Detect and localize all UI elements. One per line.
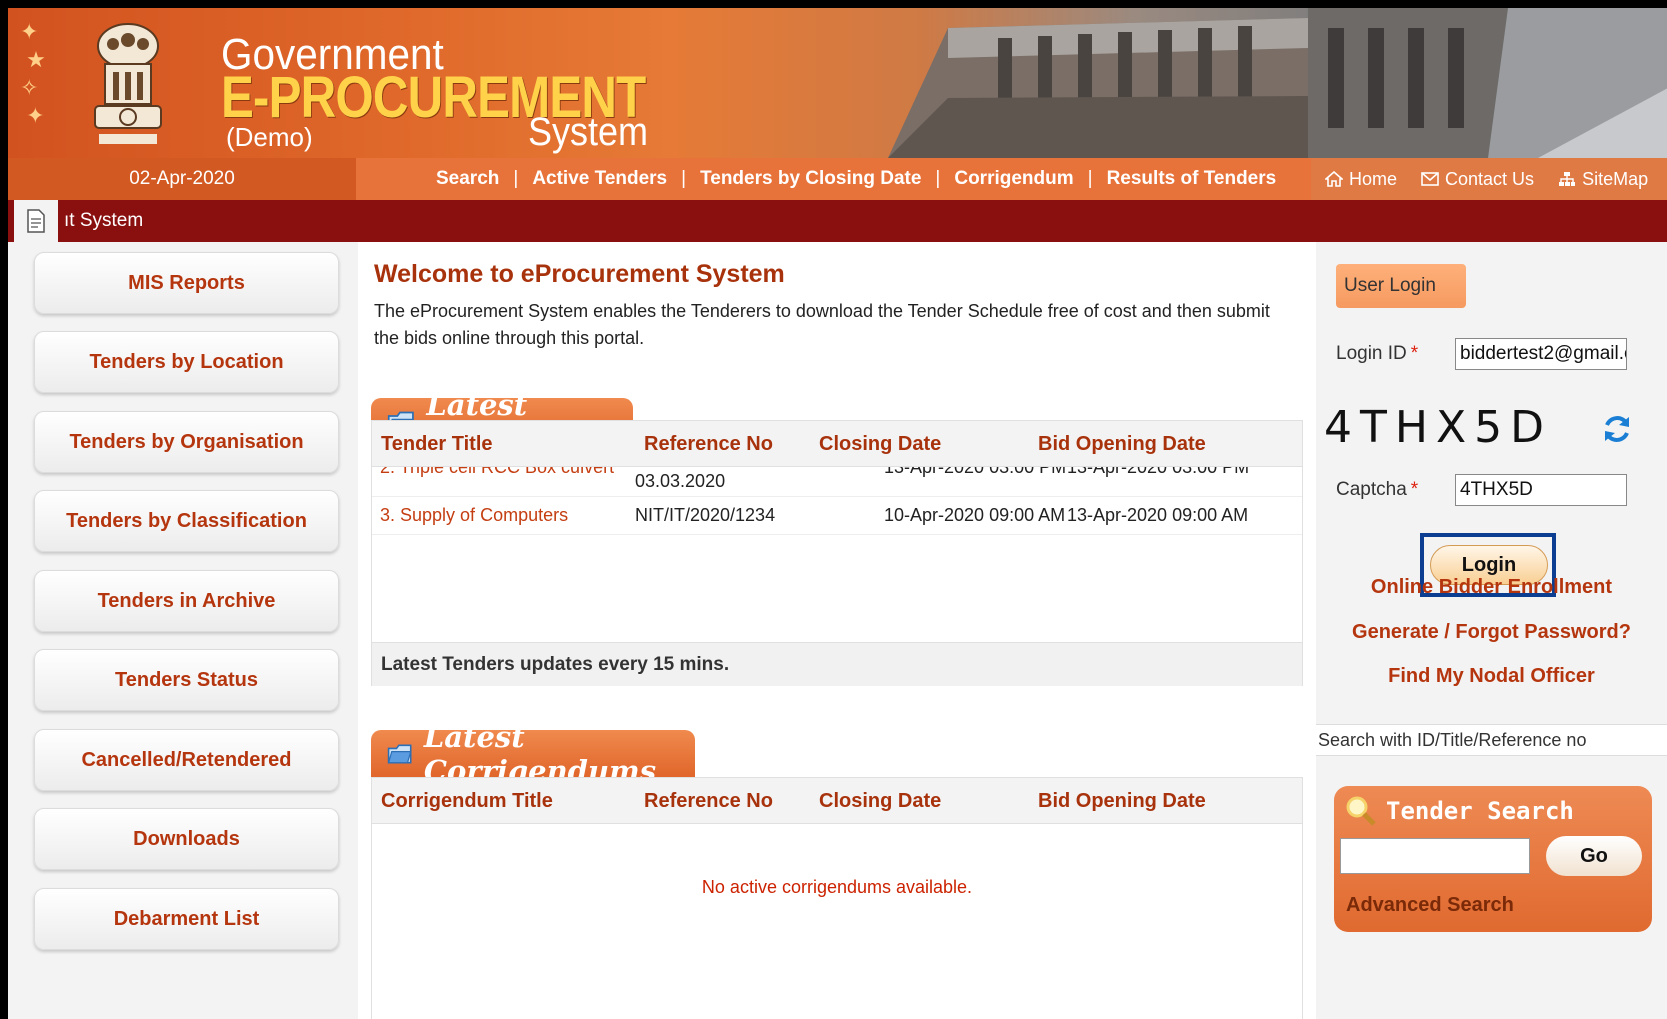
- nav-home-link[interactable]: Home: [1325, 169, 1397, 190]
- left-sidebar: MIS Reports Tenders by Location Tenders …: [8, 242, 358, 1019]
- tender-search-title: Tender Search: [1386, 797, 1574, 825]
- refresh-captcha-icon[interactable]: [1600, 412, 1634, 446]
- tender-closing: 13-Apr-2020 03:00 PM: [884, 467, 1067, 477]
- tender-opening: 13-Apr-2020 03:00 PM: [1067, 467, 1250, 477]
- latest-tenders-table: Tender Title Reference No Closing Date B…: [371, 420, 1303, 686]
- advanced-search-link[interactable]: Advanced Search: [1346, 894, 1514, 917]
- welcome-title: Welcome to eProcurement System: [374, 260, 785, 288]
- tender-opening: 13-Apr-2020 09:00 AM: [1067, 505, 1249, 525]
- header-banner: ✦ ★ ✧ ✦ Government E-PROCUREMENT (Demo) S…: [8, 8, 1667, 158]
- national-emblem-icon: [94, 23, 162, 144]
- ticker-doc-box: [14, 200, 58, 242]
- ticker-text[interactable]: ıt System: [64, 200, 143, 242]
- nav-home-label: Home: [1349, 168, 1398, 189]
- captcha-label: Captcha *: [1336, 479, 1418, 501]
- nav-link-results-of-tenders[interactable]: Results of Tenders: [1107, 168, 1277, 190]
- menu-downloads[interactable]: Downloads: [34, 808, 339, 870]
- tender-ref: NIT/IT/2020/1234: [635, 505, 776, 525]
- tender-search-panel: Tender Search Go Advanced Search: [1334, 786, 1652, 932]
- nav-separator: |: [935, 168, 941, 189]
- nav-separator: |: [1087, 168, 1093, 189]
- nav-link-active-tenders[interactable]: Active Tenders: [532, 168, 667, 190]
- nav-link-tenders-by-closing-date[interactable]: Tenders by Closing Date: [700, 168, 921, 190]
- col-closing-date: Closing Date: [819, 433, 942, 455]
- menu-debarment-list[interactable]: Debarment List: [34, 888, 339, 950]
- main-content: Welcome to eProcurement System The eProc…: [358, 242, 1316, 1019]
- table-header: Tender Title Reference No Closing Date B…: [372, 421, 1302, 467]
- col-tender-title: Tender Title: [381, 433, 493, 455]
- search-hint: Search with ID/Title/Reference no: [1316, 724, 1667, 756]
- tender-closing: 10-Apr-2020 09:00 AM: [884, 505, 1066, 525]
- dam-bridge-image: [888, 8, 1667, 158]
- title-system: System: [528, 110, 649, 154]
- welcome-text: The eProcurement System enables the Tend…: [374, 301, 1270, 348]
- menu-cancelled-retendered[interactable]: Cancelled/Retendered: [34, 729, 339, 791]
- magnifier-icon: [1346, 796, 1376, 826]
- tender-search-go-button[interactable]: Go: [1546, 836, 1642, 876]
- main-nav-links: Search | Active Tenders | Tenders by Clo…: [436, 158, 1276, 200]
- menu-tenders-in-archive[interactable]: Tenders in Archive: [34, 570, 339, 632]
- required-mark: *: [1410, 343, 1419, 364]
- latest-corrigendums-tab: Latest Corrigendums: [371, 720, 695, 788]
- sitemap-icon: [1559, 172, 1576, 186]
- right-sidebar: User Login Login ID* biddertest2@gmail.c…: [1316, 242, 1667, 1019]
- nav-contact-link[interactable]: Contact Us: [1421, 169, 1534, 190]
- col-bid-opening-date: Bid Opening Date: [1038, 433, 1206, 455]
- forgot-password-link[interactable]: Generate / Forgot Password?: [1316, 621, 1667, 644]
- tender-ref: 03.03.2020: [635, 471, 726, 491]
- captcha-input[interactable]: 4THX5D: [1455, 474, 1627, 506]
- menu-tenders-status[interactable]: Tenders Status: [34, 649, 339, 711]
- col-bid-opening-date: Bid Opening Date: [1038, 790, 1206, 812]
- menu-tenders-by-classification[interactable]: Tenders by Classification: [34, 490, 339, 552]
- nav-contact-label: Contact Us: [1445, 168, 1535, 189]
- menu-tenders-by-organisation[interactable]: Tenders by Organisation: [34, 411, 339, 473]
- document-icon: [27, 209, 45, 233]
- tender-title-link[interactable]: 3. Supply of Computers: [380, 505, 568, 526]
- captcha-label-text: Captcha: [1336, 479, 1407, 500]
- latest-tenders-update-note: Latest Tenders updates every 15 mins.: [381, 654, 730, 675]
- table-row[interactable]: 2. Triple cell RCC Box culvert 03.03.202…: [372, 467, 1302, 497]
- nav-sitemap-link[interactable]: SiteMap: [1558, 169, 1648, 190]
- table-row[interactable]: 3. Supply of Computers NIT/IT/2020/1234 …: [372, 497, 1302, 535]
- user-login-tab: User Login: [1336, 264, 1466, 308]
- nav-separator: |: [513, 168, 519, 189]
- col-closing-date: Closing Date: [819, 790, 942, 812]
- news-ticker: ıt System: [8, 200, 1667, 242]
- top-nav-bar: 02-Apr-2020 Search | Active Tenders | Te…: [8, 158, 1667, 200]
- tender-search-input[interactable]: [1340, 838, 1530, 874]
- col-reference-no: Reference No: [644, 433, 773, 455]
- home-icon: [1325, 171, 1343, 187]
- required-mark: *: [1410, 479, 1419, 500]
- mail-icon: [1421, 172, 1439, 186]
- col-reference-no: Reference No: [644, 790, 773, 812]
- nav-separator: |: [681, 168, 687, 189]
- stars-decoration: ✦ ★ ✧ ✦: [20, 19, 46, 128]
- latest-tenders-footer: Latest Tenders updates every 15 mins.: [372, 642, 1302, 686]
- col-corrigendum-title: Corrigendum Title: [381, 790, 553, 812]
- title-demo: (Demo): [226, 122, 313, 152]
- captcha-image: 4THX5D: [1324, 402, 1552, 453]
- login-id-label-text: Login ID: [1336, 343, 1407, 364]
- tender-title-link[interactable]: 2. Triple cell RCC Box culvert: [380, 467, 614, 478]
- find-nodal-officer-link[interactable]: Find My Nodal Officer: [1316, 665, 1667, 688]
- nav-sitemap-label: SiteMap: [1582, 168, 1649, 189]
- utility-nav: Home Contact Us SiteMap: [1311, 158, 1667, 200]
- tender-search-header: Tender Search: [1344, 790, 1574, 832]
- no-corrigendums-message: No active corrigendums available.: [701, 877, 973, 897]
- folder-icon: [387, 744, 412, 764]
- latest-corrigendums-table: Corrigendum Title Reference No Closing D…: [371, 777, 1303, 1019]
- current-date: 02-Apr-2020: [8, 158, 356, 200]
- menu-tenders-by-location[interactable]: Tenders by Location: [34, 331, 339, 393]
- menu-mis-reports[interactable]: MIS Reports: [34, 252, 339, 314]
- table-header: Corrigendum Title Reference No Closing D…: [372, 778, 1302, 824]
- online-bidder-enrollment-link[interactable]: Online Bidder Enrollment: [1316, 576, 1667, 599]
- nav-link-search[interactable]: Search: [436, 168, 499, 190]
- login-id-label: Login ID *: [1336, 343, 1418, 365]
- login-id-input[interactable]: biddertest2@gmail.com: [1455, 338, 1627, 370]
- nav-link-corrigendum[interactable]: Corrigendum: [954, 168, 1073, 190]
